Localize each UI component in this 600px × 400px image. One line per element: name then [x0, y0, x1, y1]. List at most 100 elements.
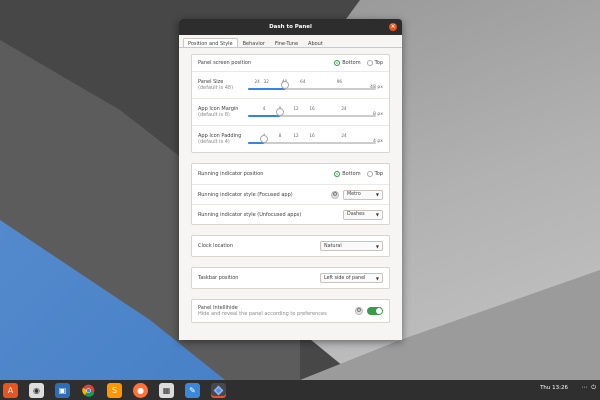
- chrome-icon[interactable]: [81, 383, 96, 398]
- settings-content: Panel screen position Bottom Top Panel S…: [179, 48, 402, 323]
- icon-padding-slider[interactable]: 48121624: [248, 133, 376, 148]
- firefox-icon[interactable]: ●: [133, 382, 148, 398]
- icon-margin-row: App Icon Margin(default is 8) 48121624 8…: [192, 98, 389, 125]
- slider-ticks: 2432486496: [248, 79, 376, 84]
- icon-margin-slider[interactable]: 48121624: [248, 106, 376, 121]
- slider-tick-label: 16: [309, 106, 315, 111]
- focused-style-row: Running indicator style (Focused app) ⚙ …: [192, 184, 389, 204]
- icon-padding-row: App Icon Padding(default is 4) 48121624 …: [192, 125, 389, 152]
- title-bar[interactable]: Dash to Panel ×: [179, 19, 402, 35]
- dropdown-value: Dashes: [347, 212, 365, 217]
- dropdown-value: Left side of panel: [324, 275, 366, 281]
- radio-label: Bottom: [342, 171, 361, 177]
- gear-icon[interactable]: ⚙: [355, 307, 363, 315]
- panel-size-value: 48 px: [370, 85, 383, 90]
- unfocused-style-dropdown[interactable]: Dashes ▼: [343, 209, 383, 220]
- sublime-icon[interactable]: S: [107, 382, 122, 398]
- running-indicator-group: Running indicator position Bottom Top Ru…: [191, 163, 390, 225]
- panel-screen-position-label: Panel screen position: [198, 60, 252, 66]
- panel-size-row: Panel Size(default is 48) 2432486496 48 …: [192, 71, 389, 98]
- taskbar: A ◉ ▣ S ● ▦ ✎ Thu 13:26 ⋯ ⏻: [0, 380, 600, 400]
- radio-label: Top: [374, 171, 383, 177]
- tab-about[interactable]: About: [303, 38, 328, 47]
- panel-position-top-radio[interactable]: Top: [366, 60, 383, 66]
- panel-size-slider[interactable]: 2432486496: [248, 79, 376, 94]
- chevron-down-icon: ▼: [375, 192, 379, 197]
- slider-tick-label: 16: [309, 133, 315, 138]
- slider-handle[interactable]: [260, 135, 268, 143]
- slider-tick-label: 24: [341, 106, 347, 111]
- slider-handle[interactable]: [280, 81, 289, 89]
- taskbar-clock[interactable]: Thu 13:26: [540, 385, 568, 391]
- unfocused-style-label: Running indicator style (Unfocused apps): [198, 211, 302, 218]
- indicator-position-radios: Bottom Top: [334, 171, 383, 177]
- slider-fill: [248, 88, 285, 90]
- gear-icon[interactable]: ⚙: [331, 190, 339, 199]
- taskbar-position-label: Taskbar position: [198, 275, 239, 281]
- radio-selected-icon: [334, 60, 341, 66]
- indicator-position-label: Running indicator position: [198, 171, 264, 177]
- taskbar-position-row: Taskbar position Left side of panel ▼: [192, 268, 389, 288]
- unfocused-style-row: Running indicator style (Unfocused apps)…: [192, 204, 389, 224]
- clock-location-row: Clock location Natural ▼: [192, 236, 389, 256]
- slider-fill: [248, 115, 280, 117]
- slider-track: [248, 115, 376, 117]
- intellihide-label: Panel Intellihide Hide and reveal the pan…: [198, 305, 355, 317]
- panel-position-bottom-radio[interactable]: Bottom: [334, 60, 361, 66]
- radio-unselected-icon: [366, 60, 373, 66]
- tab-fine-tune[interactable]: Fine-Tune: [270, 38, 303, 47]
- indicator-top-radio[interactable]: Top: [366, 171, 383, 177]
- close-button[interactable]: ×: [389, 23, 397, 31]
- clock-location-group: Clock location Natural ▼: [191, 235, 390, 257]
- chevron-down-icon: ▼: [375, 212, 379, 217]
- dash-to-panel-icon[interactable]: [211, 382, 226, 398]
- taskbar-position-group: Taskbar position Left side of panel ▼: [191, 267, 390, 289]
- ubuntu-software-icon[interactable]: A: [3, 382, 18, 398]
- radio-label: Bottom: [342, 60, 361, 66]
- radio-label: Top: [374, 60, 383, 66]
- slider-track: [248, 88, 376, 90]
- panel-position-radios: Bottom Top: [334, 60, 383, 66]
- settings-window: Dash to Panel × Position and Style Behav…: [179, 19, 402, 340]
- tab-behavior[interactable]: Behavior: [238, 38, 270, 47]
- chrome-logo: [82, 384, 95, 397]
- intellihide-group: Panel Intellihide Hide and reveal the pan…: [191, 299, 390, 323]
- icon-padding-value: 4 px: [372, 139, 383, 144]
- indicator-bottom-radio[interactable]: Bottom: [334, 171, 361, 177]
- chevron-down-icon: ▼: [375, 275, 379, 281]
- slider-tick-label: 12: [293, 133, 299, 138]
- slider-handle[interactable]: [276, 108, 284, 116]
- focused-style-label: Running indicator style (Focused app): [198, 191, 293, 198]
- focused-style-dropdown[interactable]: Metro ▼: [343, 189, 383, 200]
- intellihide-description: Hide and reveal the panel according to p…: [198, 311, 327, 317]
- virtualbox-icon[interactable]: ▣: [55, 382, 70, 398]
- clock-location-label: Clock location: [198, 243, 234, 249]
- slider-tick-label: 32: [263, 79, 269, 84]
- clock-location-dropdown[interactable]: Natural ▼: [320, 241, 383, 251]
- intellihide-toggle[interactable]: [367, 307, 383, 315]
- intellihide-row: Panel Intellihide Hide and reveal the pan…: [192, 300, 389, 322]
- slider-tick-label: 24: [254, 79, 260, 84]
- dropdown-value: Metro: [347, 192, 361, 197]
- chevron-down-icon: ▼: [375, 243, 379, 249]
- radio-unselected-icon: [366, 171, 373, 177]
- files-icon[interactable]: ▦: [159, 382, 174, 398]
- window-title: Dash to Panel: [269, 24, 312, 30]
- power-icon: ⏻: [591, 384, 596, 391]
- slider-tick-label: 96: [336, 79, 343, 84]
- slider-tick-label: 4: [262, 106, 266, 111]
- network-icon: ⋯: [581, 384, 588, 391]
- icon-margin-value: 8 px: [372, 112, 383, 117]
- tab-bar: Position and Style Behavior Fine-Tune Ab…: [179, 35, 402, 48]
- system-tray[interactable]: ⋯ ⏻: [581, 384, 596, 392]
- panel-screen-position-row: Panel screen position Bottom Top: [192, 55, 389, 71]
- radio-selected-icon: [334, 171, 341, 177]
- dropdown-value: Natural: [324, 243, 342, 249]
- close-icon: ×: [390, 23, 396, 30]
- text-editor-icon[interactable]: ✎: [185, 382, 200, 398]
- disks-icon[interactable]: ◉: [29, 382, 44, 398]
- slider-ticks: 48121624: [248, 106, 376, 111]
- taskbar-position-dropdown[interactable]: Left side of panel ▼: [320, 273, 383, 283]
- slider-tick-label: 12: [293, 106, 299, 111]
- tab-position-and-style[interactable]: Position and Style: [183, 38, 238, 47]
